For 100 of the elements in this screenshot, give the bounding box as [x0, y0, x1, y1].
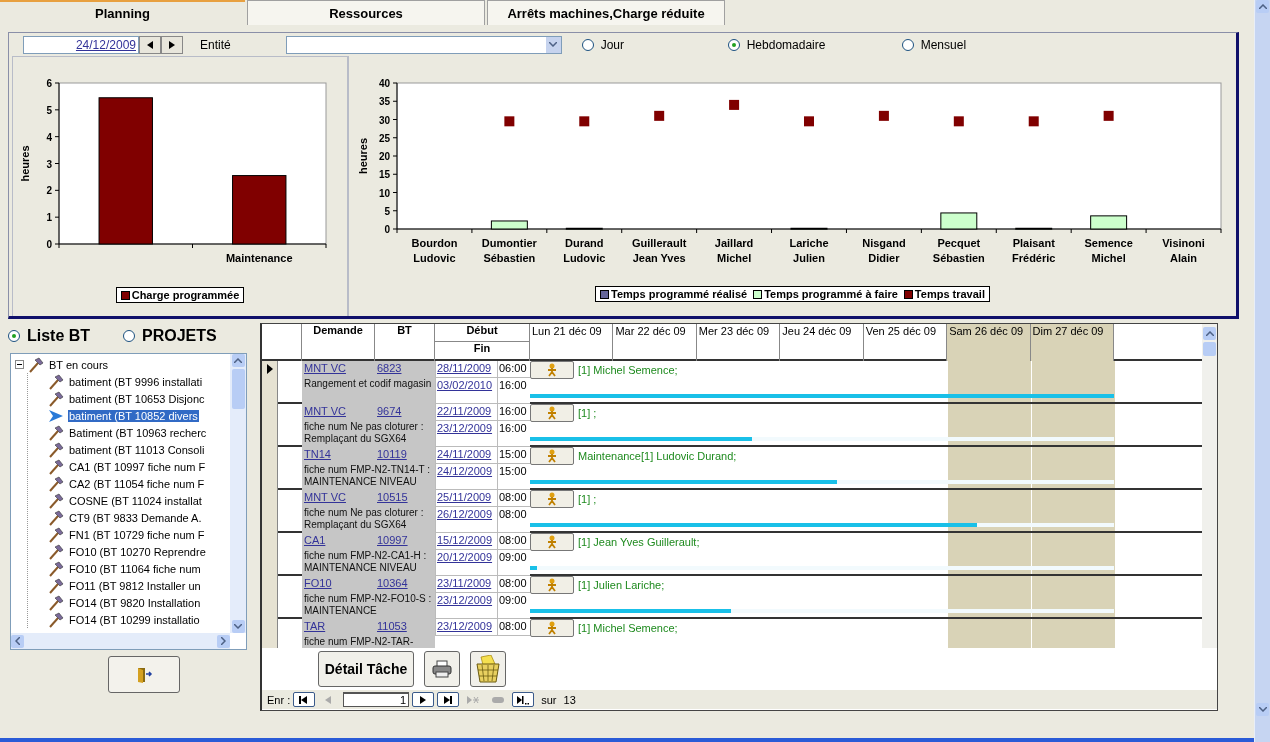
- end-date-link[interactable]: 23/12/2009: [435, 421, 498, 447]
- assign-button[interactable]: [530, 619, 574, 637]
- tree-item[interactable]: batiment (BT 10852 divers: [68, 409, 199, 422]
- y-tick-label: 15: [378, 169, 390, 181]
- y-tick-label: 10: [378, 187, 390, 199]
- category-label: Guillerault Jean Yves: [632, 237, 687, 264]
- y-tick-label: 40: [378, 78, 390, 89]
- tree-item[interactable]: batiment (BT 9996 installati: [68, 375, 204, 388]
- order-link[interactable]: 10119: [375, 447, 435, 464]
- end-date-link[interactable]: 03/02/2010: [435, 378, 498, 404]
- radio-button[interactable]: [123, 330, 135, 342]
- radio-button[interactable]: [901, 38, 914, 51]
- assign-button[interactable]: [530, 404, 574, 422]
- scrollbar[interactable]: [11, 633, 230, 649]
- start-date-link[interactable]: 22/11/2009: [435, 404, 498, 421]
- request-link[interactable]: MNT VC: [302, 361, 375, 378]
- request-link[interactable]: TN14: [302, 447, 375, 464]
- description-cell: fiche num Ne pas cloturer : Remplaçant du SGX64: [302, 421, 435, 447]
- request-link[interactable]: MNT VC: [302, 490, 375, 507]
- order-link[interactable]: 6823: [375, 361, 435, 378]
- tree-item[interactable]: FO14 (BT 10299 installatio: [68, 613, 201, 626]
- row-selector[interactable]: [262, 361, 278, 404]
- radio-button[interactable]: [581, 38, 594, 51]
- assignment-text: [1] Julien Lariche;: [578, 579, 665, 591]
- start-time: 06:00: [498, 361, 530, 378]
- order-link[interactable]: 10515: [375, 490, 435, 507]
- scrollbar[interactable]: [1202, 324, 1217, 648]
- assign-button[interactable]: [530, 361, 574, 379]
- request-link[interactable]: MNT VC: [302, 404, 375, 421]
- y-tick-label: 1: [46, 212, 52, 224]
- radio-label: PROJETS: [142, 327, 217, 345]
- tree-item[interactable]: CT9 (BT 9833 Demande A.: [68, 511, 203, 524]
- assign-button[interactable]: [530, 576, 574, 594]
- request-link[interactable]: CA1: [302, 533, 375, 550]
- start-date-link[interactable]: 25/11/2009: [435, 490, 498, 507]
- radio-button[interactable]: [727, 38, 740, 51]
- request-link[interactable]: TAR: [302, 619, 375, 636]
- assign-button[interactable]: [530, 490, 574, 508]
- tree-item[interactable]: CA1 (BT 10997 fiche num F: [68, 460, 207, 473]
- detail-button[interactable]: Détail Tâche: [318, 651, 414, 687]
- page-scrollbar[interactable]: [1254, 0, 1270, 742]
- tree-item[interactable]: Batiment (BT 10963 recherc: [68, 426, 208, 439]
- start-date-link[interactable]: 23/12/2009: [435, 619, 498, 636]
- end-date-link[interactable]: 23/12/2009: [435, 593, 498, 619]
- order-link[interactable]: 9674: [375, 404, 435, 421]
- end-date-link[interactable]: 20/12/2009: [435, 550, 498, 576]
- last-record-button[interactable]: [437, 692, 460, 707]
- tree-item[interactable]: batiment (BT 10653 Disjonc: [68, 392, 206, 405]
- assign-button[interactable]: [530, 533, 574, 551]
- radio-button[interactable]: [8, 330, 20, 342]
- tab[interactable]: Ressources: [247, 0, 485, 25]
- tree-item[interactable]: CA2 (BT 11054 fiche num F: [68, 477, 206, 490]
- start-date-link[interactable]: 24/11/2009: [435, 447, 498, 464]
- record-number-field[interactable]: 1: [343, 692, 410, 707]
- left-arrow-icon: [147, 40, 153, 49]
- description-cell: fiche num FMP-N2-TN14-T : MAINTENANCE NIVEAU: [302, 464, 435, 490]
- y-tick-label: 30: [378, 114, 390, 126]
- tree-item[interactable]: batiment (BT 11013 Consoli: [68, 443, 206, 456]
- current-row-icon: [266, 364, 273, 374]
- tree-item[interactable]: FO11 (BT 9812 Installer un: [68, 579, 202, 592]
- print-button[interactable]: [424, 651, 460, 687]
- tree-item[interactable]: FO14 (BT 9820 Installation: [68, 596, 202, 609]
- end-date-link[interactable]: 24/12/2009: [435, 464, 498, 490]
- assignment-text: [1] Michel Semence;: [578, 622, 678, 634]
- start-date-link[interactable]: 23/11/2009: [435, 576, 498, 593]
- hammer-icon: [48, 594, 64, 611]
- tree-item[interactable]: FN1 (BT 10729 fiche num F: [68, 528, 206, 541]
- tab[interactable]: Arrêts machines,Charge réduite: [487, 0, 725, 25]
- tree-view[interactable]: [10, 353, 247, 650]
- scroll-thumb[interactable]: [231, 369, 245, 409]
- tree-item[interactable]: COSNE (BT 11024 installat: [68, 494, 203, 507]
- assign-button[interactable]: [530, 447, 574, 465]
- tree-item[interactable]: FO10 (BT 11064 fiche num: [68, 562, 202, 575]
- exit-button[interactable]: [108, 656, 180, 693]
- first-record-button[interactable]: [293, 692, 316, 707]
- scroll-thumb[interactable]: [1203, 342, 1216, 356]
- hammer-icon: [48, 475, 64, 492]
- tree-item[interactable]: FO10 (BT 10270 Reprendre: [68, 545, 207, 558]
- date-field[interactable]: 24/12/2009: [23, 35, 139, 54]
- previous-date-button[interactable]: [139, 35, 161, 54]
- order-link[interactable]: 11053: [375, 619, 435, 636]
- collapse-icon[interactable]: [15, 360, 24, 369]
- end-record-button[interactable]: [512, 692, 535, 707]
- start-date-link[interactable]: 28/11/2009: [435, 361, 498, 378]
- next-date-button[interactable]: [161, 35, 183, 54]
- hammer-icon: [48, 390, 64, 407]
- category-label: Pecquet Sébastien: [932, 237, 985, 264]
- order-link[interactable]: 10364: [375, 576, 435, 593]
- start-date-link[interactable]: 15/12/2009: [435, 533, 498, 550]
- entity-label: Entité: [200, 37, 231, 52]
- tree-item[interactable]: BT en cours: [48, 358, 110, 371]
- legend-label: Temps programmé réalisé: [611, 288, 748, 300]
- entity-dropdown[interactable]: [285, 35, 562, 54]
- request-link[interactable]: FO10: [302, 576, 375, 593]
- next-record-button[interactable]: [412, 692, 435, 707]
- delete-button[interactable]: [470, 651, 506, 687]
- record-of-label: sur: [541, 693, 557, 706]
- scrollbar[interactable]: [230, 354, 246, 633]
- order-link[interactable]: 10997: [375, 533, 435, 550]
- end-date-link[interactable]: 26/12/2009: [435, 507, 498, 533]
